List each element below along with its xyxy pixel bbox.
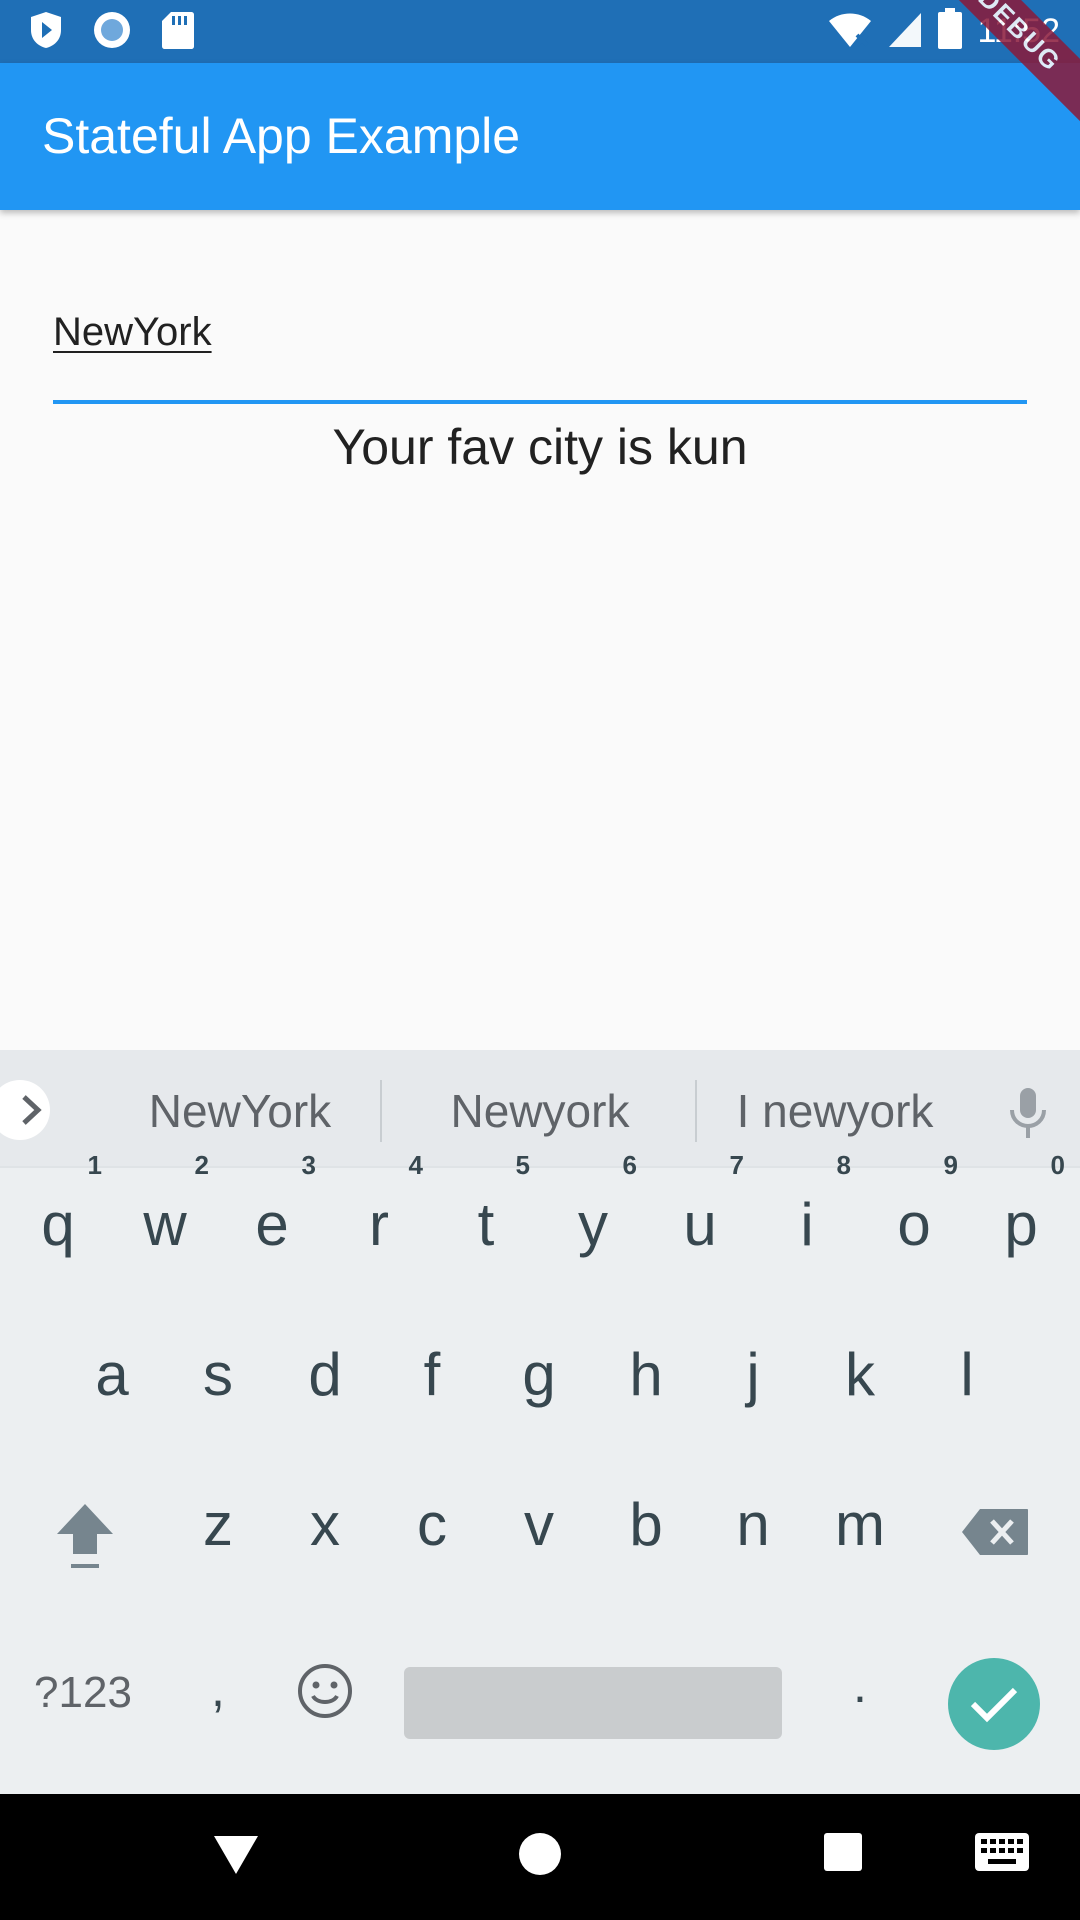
key-c[interactable]: c <box>382 1490 482 1559</box>
key-k[interactable]: k <box>810 1340 910 1409</box>
city-text-field[interactable]: NewYork <box>53 290 1027 404</box>
emoji-key[interactable] <box>275 1662 375 1734</box>
app-bar: Stateful App Example <box>0 63 1080 210</box>
key-label: y <box>578 1191 608 1258</box>
key-n[interactable]: n <box>703 1490 803 1559</box>
key-hint: 8 <box>836 1150 851 1180</box>
done-button[interactable] <box>948 1658 1040 1750</box>
suggestion-divider <box>695 1080 697 1142</box>
comma-key[interactable]: , <box>168 1660 268 1718</box>
key-u[interactable]: u7 <box>650 1150 750 1259</box>
symbols-key[interactable]: ?123 <box>18 1668 148 1718</box>
key-hint: 7 <box>729 1150 744 1180</box>
key-p[interactable]: p0 <box>971 1150 1071 1259</box>
key-hint: 9 <box>943 1150 958 1180</box>
sd-card-icon <box>158 10 198 50</box>
key-hint: 4 <box>408 1150 423 1180</box>
shield-play-icon <box>26 10 66 50</box>
key-r[interactable]: r4 <box>329 1150 429 1259</box>
circle-record-icon <box>92 10 132 50</box>
key-hint: 2 <box>194 1150 209 1180</box>
battery-icon <box>937 8 963 55</box>
key-label: r <box>369 1191 389 1258</box>
emoji-icon <box>298 1664 352 1718</box>
period-key[interactable]: . <box>810 1656 910 1714</box>
page-title: Stateful App Example <box>42 108 521 164</box>
key-hint: 0 <box>1050 1150 1065 1180</box>
suggestion-strip: NewYork Newyork I newyork <box>0 1050 1080 1168</box>
key-hint: 3 <box>301 1150 316 1180</box>
key-f[interactable]: f <box>382 1340 482 1409</box>
wifi-off-icon <box>827 9 873 54</box>
suggestion-3[interactable]: I newyork <box>715 1084 955 1138</box>
key-label: p <box>1004 1191 1038 1258</box>
expand-chevron-icon[interactable] <box>0 1080 50 1140</box>
checkmark-icon <box>970 1687 1018 1723</box>
key-label: t <box>477 1191 495 1258</box>
key-g[interactable]: g <box>489 1340 589 1409</box>
key-t[interactable]: t5 <box>436 1150 536 1259</box>
key-label: i <box>800 1191 814 1258</box>
home-circle-icon[interactable] <box>518 1832 562 1881</box>
key-d[interactable]: d <box>275 1340 375 1409</box>
suggestion-1[interactable]: NewYork <box>110 1084 370 1138</box>
back-triangle-icon[interactable] <box>212 1832 260 1881</box>
key-q[interactable]: q1 <box>8 1150 108 1259</box>
key-v[interactable]: v <box>489 1490 589 1559</box>
key-hint: 1 <box>87 1150 102 1180</box>
key-z[interactable]: z <box>168 1490 268 1559</box>
key-y[interactable]: y6 <box>543 1150 643 1259</box>
key-hint: 5 <box>515 1150 530 1180</box>
keyboard-icon[interactable] <box>974 1832 1030 1877</box>
key-label: e <box>255 1191 289 1258</box>
recents-square-icon[interactable] <box>823 1832 863 1877</box>
key-b[interactable]: b <box>596 1490 696 1559</box>
notification-icons <box>26 10 198 50</box>
key-label: o <box>897 1191 931 1258</box>
city-input-value[interactable]: NewYork <box>53 310 212 355</box>
key-e[interactable]: e3 <box>222 1150 322 1259</box>
suggestion-2[interactable]: Newyork <box>410 1084 670 1138</box>
key-l[interactable]: l <box>917 1340 1017 1409</box>
key-label: u <box>683 1191 717 1258</box>
signal-icon <box>887 9 923 54</box>
key-o[interactable]: o9 <box>864 1150 964 1259</box>
key-w[interactable]: w2 <box>115 1150 215 1259</box>
key-a[interactable]: a <box>62 1340 162 1409</box>
main-content: NewYork Your fav city is kun <box>0 210 1080 1050</box>
microphone-icon[interactable] <box>1006 1086 1050 1147</box>
key-h[interactable]: h <box>596 1340 696 1409</box>
backspace-icon <box>962 1509 1028 1555</box>
navigation-bar <box>0 1794 1080 1920</box>
key-s[interactable]: s <box>168 1340 268 1409</box>
status-bar: 11:52 <box>0 0 1080 63</box>
key-i[interactable]: i8 <box>757 1150 857 1259</box>
key-hint: 6 <box>622 1150 637 1180</box>
key-m[interactable]: m <box>810 1490 910 1559</box>
shift-key[interactable] <box>35 1500 135 1586</box>
key-label: w <box>143 1191 187 1258</box>
shift-arrow-icon <box>57 1504 113 1568</box>
spacebar[interactable] <box>404 1667 782 1739</box>
result-text: Your fav city is kun <box>332 419 748 475</box>
suggestion-divider <box>380 1080 382 1142</box>
key-x[interactable]: x <box>275 1490 375 1559</box>
backspace-key[interactable] <box>945 1502 1045 1571</box>
key-j[interactable]: j <box>703 1340 803 1409</box>
key-label: q <box>41 1191 75 1258</box>
